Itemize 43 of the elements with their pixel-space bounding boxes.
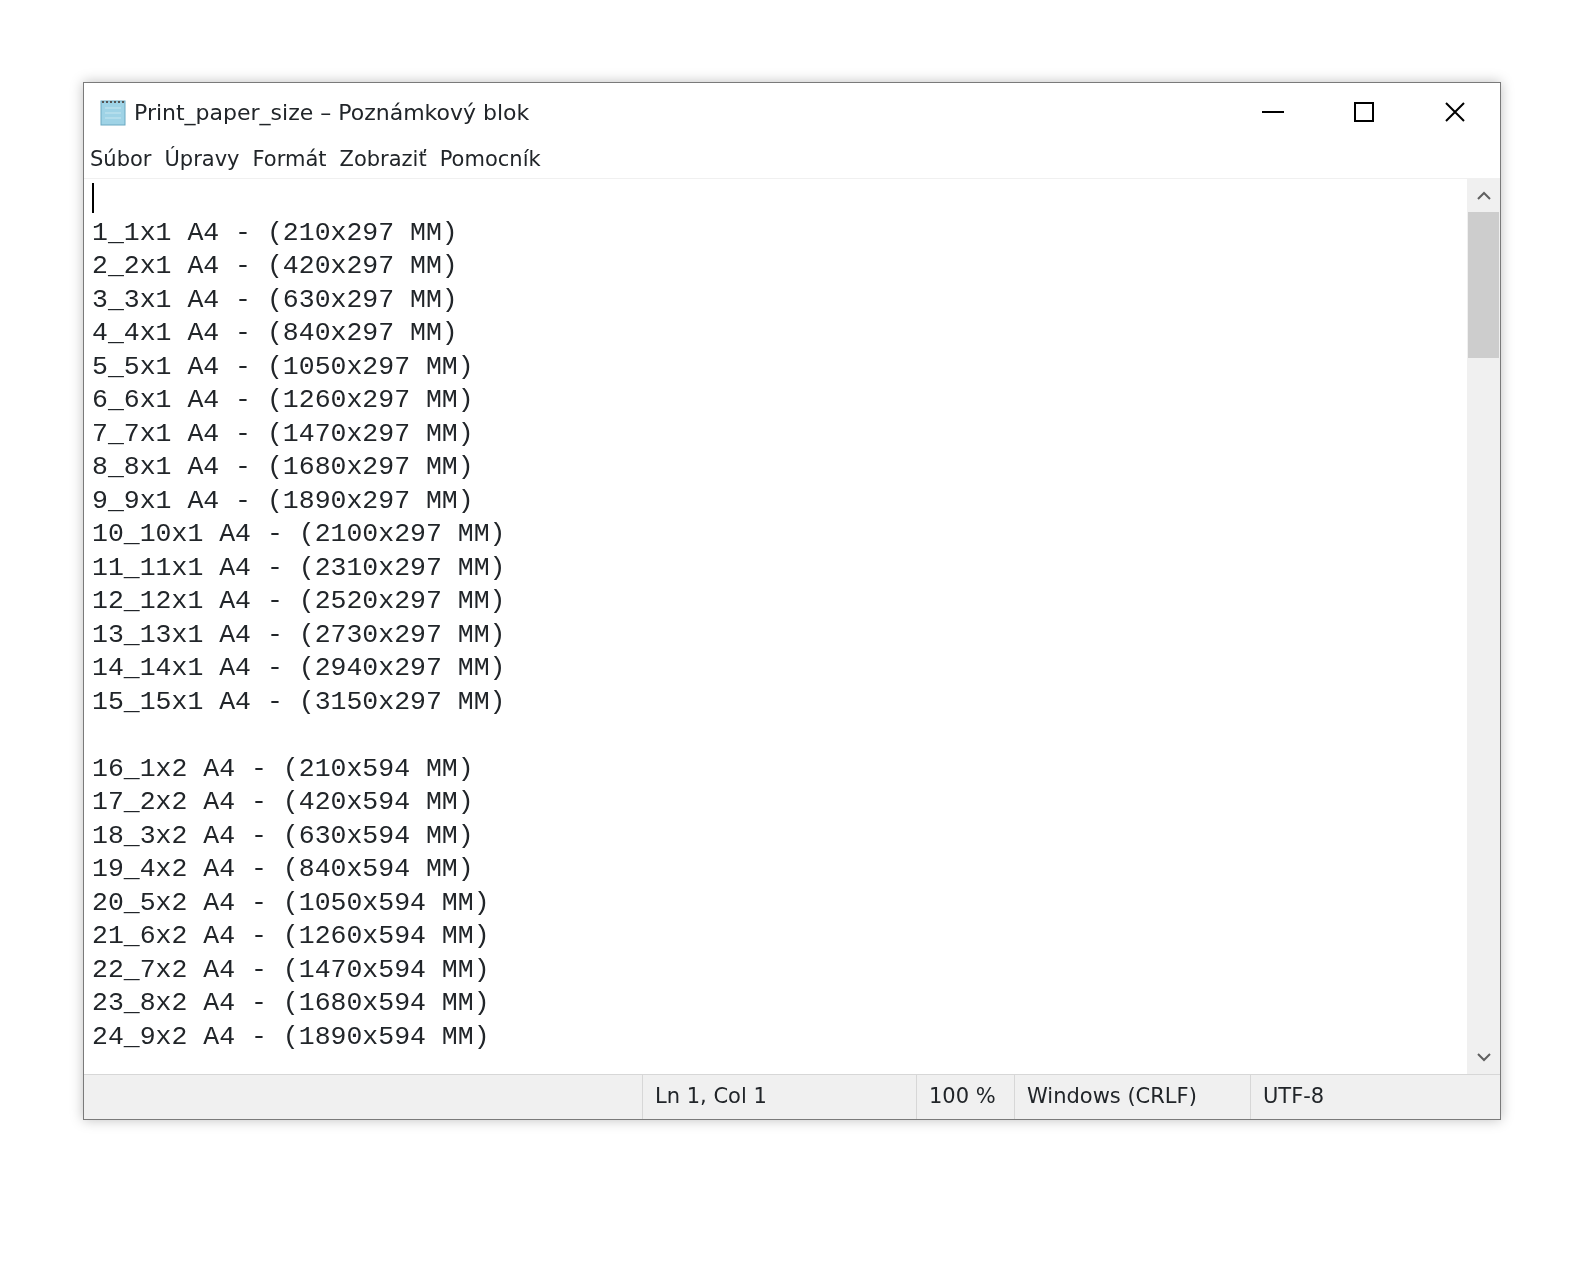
text-line: 5_5x1 A4 - (1050x297 MM) <box>92 351 474 382</box>
text-line: 3_3x1 A4 - (630x297 MM) <box>92 284 458 315</box>
text-line: 11_11x1 A4 - (2310x297 MM) <box>92 552 506 583</box>
line-ending-type: Windows (CRLF) <box>1027 1083 1197 1111</box>
encoding: UTF-8 <box>1263 1083 1325 1111</box>
scroll-down-icon[interactable] <box>1476 1053 1491 1062</box>
close-icon[interactable] <box>1444 102 1465 122</box>
text-line: 19_4x2 A4 - (840x594 MM) <box>92 854 474 884</box>
text-line: 17_2x2 A4 - (420x594 MM) <box>92 787 474 817</box>
vertical-scrollbar[interactable] <box>1467 179 1500 1074</box>
text-line: 18_3x2 A4 - (630x594 MM) <box>92 820 474 851</box>
text-line: 23_8x2 A4 - (1680x594 MM) <box>92 988 490 1018</box>
text-line: 4_4x1 A4 - (840x297 MM) <box>92 318 458 348</box>
zoom-level: 100 % <box>929 1083 996 1111</box>
text-line: 21_6x2 A4 - (1260x594 MM) <box>92 921 490 951</box>
text-line: 7_7x1 A4 - (1470x297 MM) <box>92 418 474 449</box>
menu-item[interactable]: Zobraziť <box>339 143 427 176</box>
window-title: Print_paper_size – Poznámkový blok <box>134 98 530 128</box>
text-line: 12_12x1 A4 - (2520x297 MM) <box>92 586 506 616</box>
text-cursor <box>92 183 94 213</box>
text-line: 10_10x1 A4 - (2100x297 MM) <box>92 519 506 549</box>
maximize-icon[interactable] <box>1353 102 1374 122</box>
scrollbar-thumb[interactable] <box>1468 212 1499 358</box>
menu-item[interactable]: Pomocník <box>439 143 541 176</box>
minimize-icon[interactable] <box>1261 111 1284 113</box>
text-line: 22_7x2 A4 - (1470x594 MM) <box>92 954 490 985</box>
text-line: 6_6x1 A4 - (1260x297 MM) <box>92 385 474 415</box>
text-line: 15_15x1 A4 - (3150x297 MM) <box>92 686 506 717</box>
text-line: 1_1x1 A4 - (210x297 MM) <box>92 217 458 248</box>
text-line: 2_2x1 A4 - (420x297 MM) <box>92 251 458 281</box>
text-line: 8_8x1 A4 - (1680x297 MM) <box>92 452 474 482</box>
text-line: 13_13x1 A4 - (2730x297 MM) <box>92 619 506 650</box>
menu-item[interactable]: Súbor <box>90 143 152 176</box>
notepad-icon <box>98 97 128 127</box>
text-line: 24_9x2 A4 - (1890x594 MM) <box>92 1021 490 1052</box>
menu-item[interactable]: Formát <box>252 143 327 176</box>
menu-item[interactable]: Úpravy <box>164 143 240 176</box>
text-line: 14_14x1 A4 - (2940x297 MM) <box>92 653 506 683</box>
text-line: 9_9x1 A4 - (1890x297 MM) <box>92 485 474 516</box>
scroll-up-icon[interactable] <box>1476 191 1491 200</box>
cursor-position: Ln 1, Col 1 <box>655 1083 767 1111</box>
text-line: 20_5x2 A4 - (1050x594 MM) <box>92 887 490 918</box>
text-line: 16_1x2 A4 - (210x594 MM) <box>92 753 474 784</box>
